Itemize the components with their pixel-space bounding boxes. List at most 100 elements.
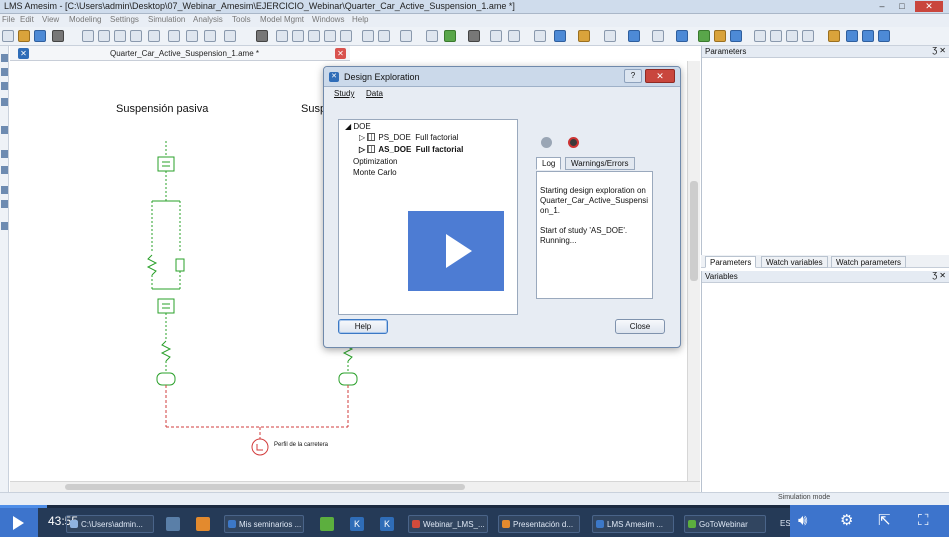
taskbar-k-icon[interactable]: K xyxy=(350,517,364,531)
tab-parameters[interactable]: Parameters xyxy=(705,256,757,268)
share-icon[interactable]: ⇱ xyxy=(878,512,891,530)
help-button[interactable]: Help xyxy=(338,319,388,334)
open-folder-icon[interactable] xyxy=(18,30,30,42)
undo-icon[interactable] xyxy=(148,30,160,42)
taskbar-item-chrome[interactable]: Mis seminarios ... xyxy=(224,515,304,533)
video-play-button[interactable] xyxy=(0,508,38,537)
layout-icon-1[interactable] xyxy=(754,30,766,42)
dialog-menu-data[interactable]: Data xyxy=(366,89,383,98)
print-icon[interactable] xyxy=(52,30,64,42)
menu-view[interactable]: View xyxy=(42,15,59,24)
text-tool-icon[interactable] xyxy=(426,30,438,42)
tab-watch-variables[interactable]: Watch variables xyxy=(761,256,828,268)
plot-icon[interactable] xyxy=(604,30,616,42)
info-icon[interactable] xyxy=(676,30,688,42)
menu-file[interactable]: File xyxy=(2,15,15,24)
taskbar-item-gotowebinar[interactable]: GoToWebinar xyxy=(684,515,766,533)
menu-tools[interactable]: Tools xyxy=(232,15,251,24)
copy-icon[interactable] xyxy=(98,30,110,42)
mirror-icon[interactable] xyxy=(186,30,198,42)
tree-item-optimization[interactable]: Optimization xyxy=(353,157,397,166)
app-icon-1[interactable] xyxy=(698,30,710,42)
minimize-button[interactable]: – xyxy=(873,1,891,12)
stop-study-icon[interactable] xyxy=(568,137,579,148)
batch-icon[interactable] xyxy=(554,30,566,42)
analysis-tool-icon[interactable] xyxy=(628,30,640,42)
table-editor-icon[interactable] xyxy=(652,30,664,42)
arrow-up-icon[interactable] xyxy=(362,30,374,42)
volume-icon[interactable]: 🔊︎ xyxy=(798,512,807,530)
menu-modeling[interactable]: Modeling xyxy=(69,15,101,24)
tree-item-ps-doe[interactable]: ▷ PS_DOE Full factorial xyxy=(359,133,458,142)
zoom-fit-icon[interactable] xyxy=(256,30,268,42)
supercomponent-icon[interactable] xyxy=(490,30,502,42)
rotate-icon[interactable] xyxy=(204,30,216,42)
taskbar-item-pdf[interactable]: Webinar_LMS_... xyxy=(408,515,488,533)
align-icon[interactable] xyxy=(224,30,236,42)
save-icon[interactable] xyxy=(34,30,46,42)
menu-windows[interactable]: Windows xyxy=(312,15,344,24)
taskbar-app-icon[interactable] xyxy=(320,517,334,531)
taskbar-item-amesim[interactable]: LMS Amesim ... xyxy=(592,515,674,533)
taskbar-media-icon[interactable] xyxy=(196,517,210,531)
settings-gear-icon[interactable]: ⚙ xyxy=(840,512,853,530)
tab-warnings-errors[interactable]: Warnings/Errors xyxy=(565,157,635,170)
line-tool-icon[interactable] xyxy=(400,30,412,42)
tab-watch-parameters[interactable]: Watch parameters xyxy=(831,256,907,268)
layout-icon-2[interactable] xyxy=(770,30,782,42)
app-icon-2[interactable] xyxy=(714,30,726,42)
zoom-reset-icon[interactable] xyxy=(340,30,352,42)
paste-icon[interactable] xyxy=(114,30,126,42)
delete-icon[interactable] xyxy=(130,30,142,42)
sketch-horizontal-scrollbar[interactable] xyxy=(10,481,700,492)
fullscreen-icon[interactable]: ⛶ xyxy=(918,512,929,530)
document-close-icon[interactable]: ✕ xyxy=(335,48,346,59)
tree-item-monte-carlo[interactable]: Monte Carlo xyxy=(353,168,397,177)
menu-analysis[interactable]: Analysis xyxy=(193,15,223,24)
run-study-icon[interactable] xyxy=(541,137,552,148)
taskbar-app-icon[interactable] xyxy=(166,517,180,531)
close-button[interactable]: Close xyxy=(615,319,665,334)
export-icon[interactable] xyxy=(878,30,890,42)
app-icon-3[interactable] xyxy=(730,30,742,42)
sketch-vertical-scrollbar[interactable] xyxy=(687,61,700,481)
zoom-area-icon[interactable] xyxy=(308,30,320,42)
interface-block-icon[interactable] xyxy=(508,30,520,42)
redo-icon[interactable] xyxy=(168,30,180,42)
script-icon[interactable] xyxy=(846,30,858,42)
layout-icon-4[interactable] xyxy=(802,30,814,42)
dialog-help-icon[interactable]: ? xyxy=(624,69,642,83)
maximize-button[interactable]: □ xyxy=(893,1,911,12)
arrow-down-icon[interactable] xyxy=(378,30,390,42)
taskbar-item-explorer[interactable]: C:\Users\admin... xyxy=(66,515,154,533)
layout-icon-3[interactable] xyxy=(786,30,798,42)
tab-log[interactable]: Log xyxy=(536,157,562,170)
script-run-icon[interactable] xyxy=(862,30,874,42)
tree-item-doe[interactable]: ◢ DOE xyxy=(345,122,371,131)
panel-dock-icon[interactable]: Ʒ ✕ xyxy=(932,46,946,55)
image-tool-icon[interactable] xyxy=(444,30,456,42)
taskbar-k-icon[interactable]: K xyxy=(380,517,394,531)
menu-edit[interactable]: Edit xyxy=(20,15,34,24)
window-close-button[interactable]: ✕ xyxy=(915,1,943,12)
python-icon[interactable] xyxy=(828,30,840,42)
zoom-selection-icon[interactable] xyxy=(324,30,336,42)
taskbar-item-powerpoint[interactable]: Presentación d... xyxy=(498,515,580,533)
check-model-icon[interactable] xyxy=(534,30,546,42)
camera-icon[interactable] xyxy=(468,30,480,42)
zoom-out-icon[interactable] xyxy=(292,30,304,42)
video-play-overlay[interactable] xyxy=(408,211,504,291)
panel-dock-icon[interactable]: Ʒ ✕ xyxy=(932,271,946,280)
menu-settings[interactable]: Settings xyxy=(110,15,139,24)
cut-icon[interactable] xyxy=(82,30,94,42)
dialog-menu-study[interactable]: Study xyxy=(334,89,354,98)
menu-simulation[interactable]: Simulation xyxy=(148,15,185,24)
menu-help[interactable]: Help xyxy=(352,15,368,24)
tree-item-as-doe[interactable]: ▷ AS_DOE Full factorial xyxy=(359,145,463,154)
paint-icon[interactable] xyxy=(578,30,590,42)
document-tab[interactable]: ✕ Quarter_Car_Active_Suspension_1.ame * … xyxy=(10,46,350,61)
new-file-icon[interactable] xyxy=(2,30,14,42)
dialog-close-icon[interactable]: ✕ xyxy=(645,69,675,83)
zoom-in-icon[interactable] xyxy=(276,30,288,42)
menu-model-mgmt[interactable]: Model Mgmt xyxy=(260,15,304,24)
